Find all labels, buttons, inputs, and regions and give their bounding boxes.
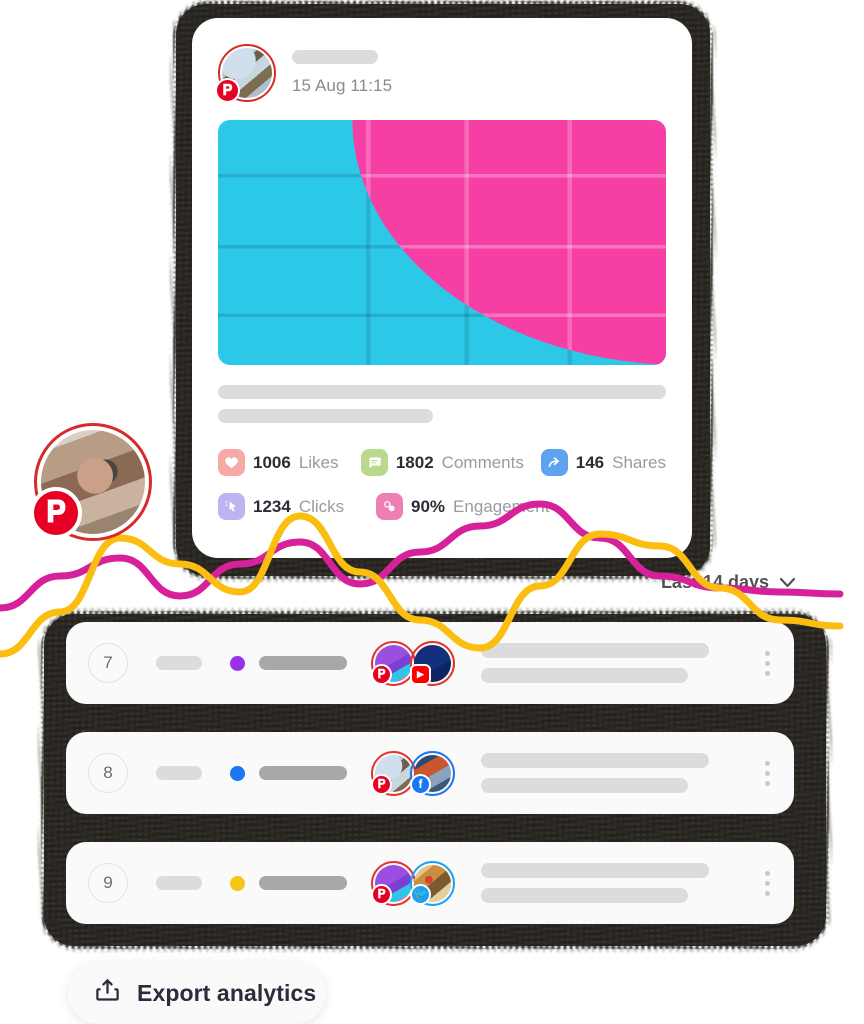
stat-label: Clicks [298, 496, 345, 516]
row-status-dot [230, 875, 245, 891]
export-analytics-button[interactable]: Export analytics [68, 962, 326, 1024]
facebook-icon: f [410, 773, 431, 795]
stat-label: Shares [612, 452, 666, 472]
row-rank: 7 [88, 643, 128, 683]
avatar[interactable]: 🐦 [410, 860, 455, 906]
analytics-preview: 𝐏 15 Aug 11:15 1006 Likes 1802 Comments … [0, 0, 864, 1024]
row-text-line [481, 863, 709, 878]
stat-value: 146 [575, 452, 605, 472]
row-text-line [481, 668, 688, 683]
row-title-placeholder [259, 656, 347, 670]
avatar[interactable]: ▶ [410, 640, 455, 686]
heart-icon [218, 449, 245, 476]
row-network-avatars: 𝐏 🐦 [371, 860, 455, 906]
row-network-avatars: 𝐏f [371, 750, 455, 796]
author-name-placeholder [292, 50, 378, 64]
stat-label: Comments [441, 452, 524, 472]
stats-row-secondary: 1234 Clicks 90% Engagement [218, 493, 666, 520]
avatar[interactable]: f [410, 750, 455, 796]
row-content-placeholder [481, 643, 765, 683]
upload-icon [94, 977, 121, 1009]
row-text-line [481, 753, 709, 768]
date-range-picker[interactable]: Last 14 days [661, 572, 796, 593]
row-text-line [481, 778, 688, 793]
row-rank: 8 [88, 753, 128, 793]
stat-label: Likes [298, 452, 339, 472]
row-status-dot [230, 655, 245, 671]
pinterest-icon: 𝐏 [371, 773, 392, 795]
share-icon [540, 449, 568, 476]
export-button-label: Export analytics [137, 979, 317, 1006]
post-card: 𝐏 15 Aug 11:15 1006 Likes 1802 Comments … [192, 18, 692, 558]
stat-shares: 146 Shares [540, 449, 666, 476]
engagement-icon [376, 493, 403, 520]
pinterest-icon: 𝐏 [30, 487, 82, 539]
post-timestamp: 15 Aug 11:15 [292, 76, 393, 95]
post-author-meta: 15 Aug 11:15 [292, 50, 392, 96]
twitter-icon: 🐦 [410, 883, 431, 905]
stat-engagement: 90% Engagement [376, 493, 549, 520]
stat-comments: 1802 Comments [360, 449, 541, 476]
more-vertical-icon[interactable] [765, 870, 774, 896]
row-status-dot [230, 765, 245, 781]
row-meta-placeholder [156, 656, 202, 670]
stat-clicks: 1234 Clicks [218, 493, 376, 520]
click-icon [218, 493, 245, 520]
youtube-icon: ▶ [410, 663, 431, 685]
row-content-placeholder [481, 753, 765, 793]
row-content-placeholder [481, 863, 765, 903]
analytics-list: 7 𝐏 ▶ 8 𝐏f 9 𝐏 🐦 [66, 622, 794, 924]
list-item[interactable]: 7 𝐏 ▶ [66, 622, 794, 704]
post-author-avatar[interactable]: 𝐏 [215, 44, 276, 103]
row-text-line [481, 888, 688, 903]
stat-value: 1802 [395, 452, 434, 472]
row-rank: 9 [88, 863, 128, 903]
pinterest-icon: 𝐏 [371, 663, 392, 685]
stat-value: 90% [411, 496, 446, 516]
pinterest-icon: 𝐏 [371, 883, 392, 905]
comment-icon [360, 449, 388, 476]
list-item[interactable]: 9 𝐏 🐦 [66, 842, 794, 924]
post-stats: 1006 Likes 1802 Comments 146 Shares 1234… [218, 449, 666, 520]
list-item[interactable]: 8 𝐏f [66, 732, 794, 814]
pinterest-icon: 𝐏 [215, 78, 240, 103]
stat-label: Engagement [453, 496, 550, 516]
stat-likes: 1006 Likes [218, 449, 361, 476]
post-media[interactable] [218, 120, 666, 365]
date-range-label: Last 14 days [660, 572, 769, 592]
row-title-placeholder [259, 876, 347, 890]
stat-value: 1234 [253, 496, 291, 516]
row-meta-placeholder [156, 766, 202, 780]
row-network-avatars: 𝐏 ▶ [371, 640, 455, 686]
chevron-down-icon [779, 572, 796, 593]
floating-profile-avatar[interactable]: 𝐏 [30, 423, 152, 541]
caption-line-1 [218, 385, 666, 399]
post-header: 𝐏 15 Aug 11:15 [215, 42, 666, 104]
more-vertical-icon[interactable] [765, 760, 774, 786]
row-meta-placeholder [156, 876, 202, 890]
stat-value: 1006 [253, 452, 291, 472]
more-vertical-icon[interactable] [765, 650, 774, 676]
post-caption-placeholder [218, 385, 666, 423]
stats-row-primary: 1006 Likes 1802 Comments 146 Shares [218, 449, 666, 476]
caption-line-2 [218, 409, 434, 423]
row-title-placeholder [259, 766, 347, 780]
row-text-line [481, 643, 709, 658]
